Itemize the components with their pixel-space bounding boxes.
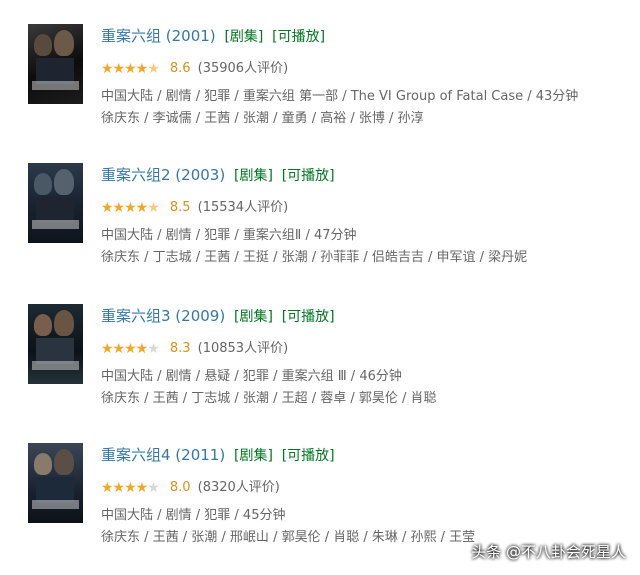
rating-row: ★★★★★ 8.6 (35906人评价) (101, 58, 288, 78)
rating-score: 8.5 (169, 199, 191, 215)
series-tag[interactable]: [剧集] (234, 168, 273, 184)
rating-stars: ★★★★★ (101, 479, 160, 496)
item-title-row: 重案六组 (2001) [剧集] [可播放] (101, 24, 325, 48)
list-item: 重案六组2 (2003) [剧集] [可播放] ★★★★★ 8.5 (15534… (0, 163, 640, 293)
item-title-row: 重案六组3 (2009) [剧集] [可播放] (101, 304, 335, 328)
rating-votes[interactable]: (8320人评价) (198, 480, 280, 495)
list-item: 重案六组3 (2009) [剧集] [可播放] ★★★★★ 8.3 (10853… (0, 304, 640, 434)
poster-image[interactable] (28, 163, 83, 243)
item-info: 中国大陆 / 剧情 / 犯罪 / 重案六组Ⅱ / 47分钟 (101, 228, 357, 243)
poster-image[interactable] (28, 443, 83, 523)
item-cast: 徐庆东 / 李诚儒 / 王茜 / 张潮 / 童勇 / 高裕 / 张博 / 孙淳 (101, 111, 424, 126)
rating-stars: ★★★★★ (101, 60, 160, 77)
rating-votes[interactable]: (10853人评价) (198, 341, 289, 356)
list-item: 重案六组 (2001) [剧集] [可播放] ★★★★★ 8.6 (35906人… (0, 24, 640, 154)
rating-votes[interactable]: (15534人评价) (198, 200, 289, 215)
playable-tag[interactable]: [可播放] (282, 309, 335, 325)
playable-tag[interactable]: [可播放] (272, 29, 325, 45)
rating-score: 8.3 (169, 340, 191, 356)
series-tag[interactable]: [剧集] (224, 29, 263, 45)
rating-row: ★★★★★ 8.3 (10853人评价) (101, 338, 288, 358)
item-title-link[interactable]: 重案六组3 (2009) (101, 307, 225, 325)
rating-row: ★★★★★ 8.0 (8320人评价) (101, 477, 280, 497)
rating-score: 8.0 (169, 479, 191, 495)
rating-row: ★★★★★ 8.5 (15534人评价) (101, 197, 288, 217)
playable-tag[interactable]: [可播放] (282, 168, 335, 184)
rating-stars: ★★★★★ (101, 199, 160, 216)
poster-image[interactable] (28, 304, 83, 384)
rating-score: 8.6 (169, 60, 191, 76)
item-cast: 徐庆东 / 王茜 / 张潮 / 邢岷山 / 郭昊伦 / 肖聪 / 朱琳 / 孙熙… (101, 530, 476, 545)
item-info: 中国大陆 / 剧情 / 犯罪 / 45分钟 (101, 508, 286, 523)
watermark: 头条 @不八卦会死星人 (471, 543, 626, 561)
item-cast: 徐庆东 / 王茜 / 丁志城 / 张潮 / 王超 / 蓉卓 / 郭昊伦 / 肖聪 (101, 391, 437, 406)
item-info: 中国大陆 / 剧情 / 犯罪 / 重案六组 第一部 / The VI Group… (101, 89, 579, 104)
playable-tag[interactable]: [可播放] (282, 448, 335, 464)
item-title-link[interactable]: 重案六组 (2001) (101, 27, 216, 45)
item-title-row: 重案六组4 (2011) [剧集] [可播放] (101, 443, 335, 467)
rating-stars: ★★★★★ (101, 340, 160, 357)
poster-image[interactable] (28, 24, 83, 104)
item-title-link[interactable]: 重案六组2 (2003) (101, 166, 225, 184)
series-tag[interactable]: [剧集] (234, 448, 273, 464)
series-tag[interactable]: [剧集] (234, 309, 273, 325)
item-title-link[interactable]: 重案六组4 (2011) (101, 446, 225, 464)
item-title-row: 重案六组2 (2003) [剧集] [可播放] (101, 163, 335, 187)
rating-votes[interactable]: (35906人评价) (198, 61, 289, 76)
item-info: 中国大陆 / 剧情 / 悬疑 / 犯罪 / 重案六组 Ⅲ / 46分钟 (101, 369, 402, 384)
item-cast: 徐庆东 / 丁志城 / 王茜 / 王挺 / 张潮 / 孙菲菲 / 侣皓吉吉 / … (101, 250, 528, 265)
